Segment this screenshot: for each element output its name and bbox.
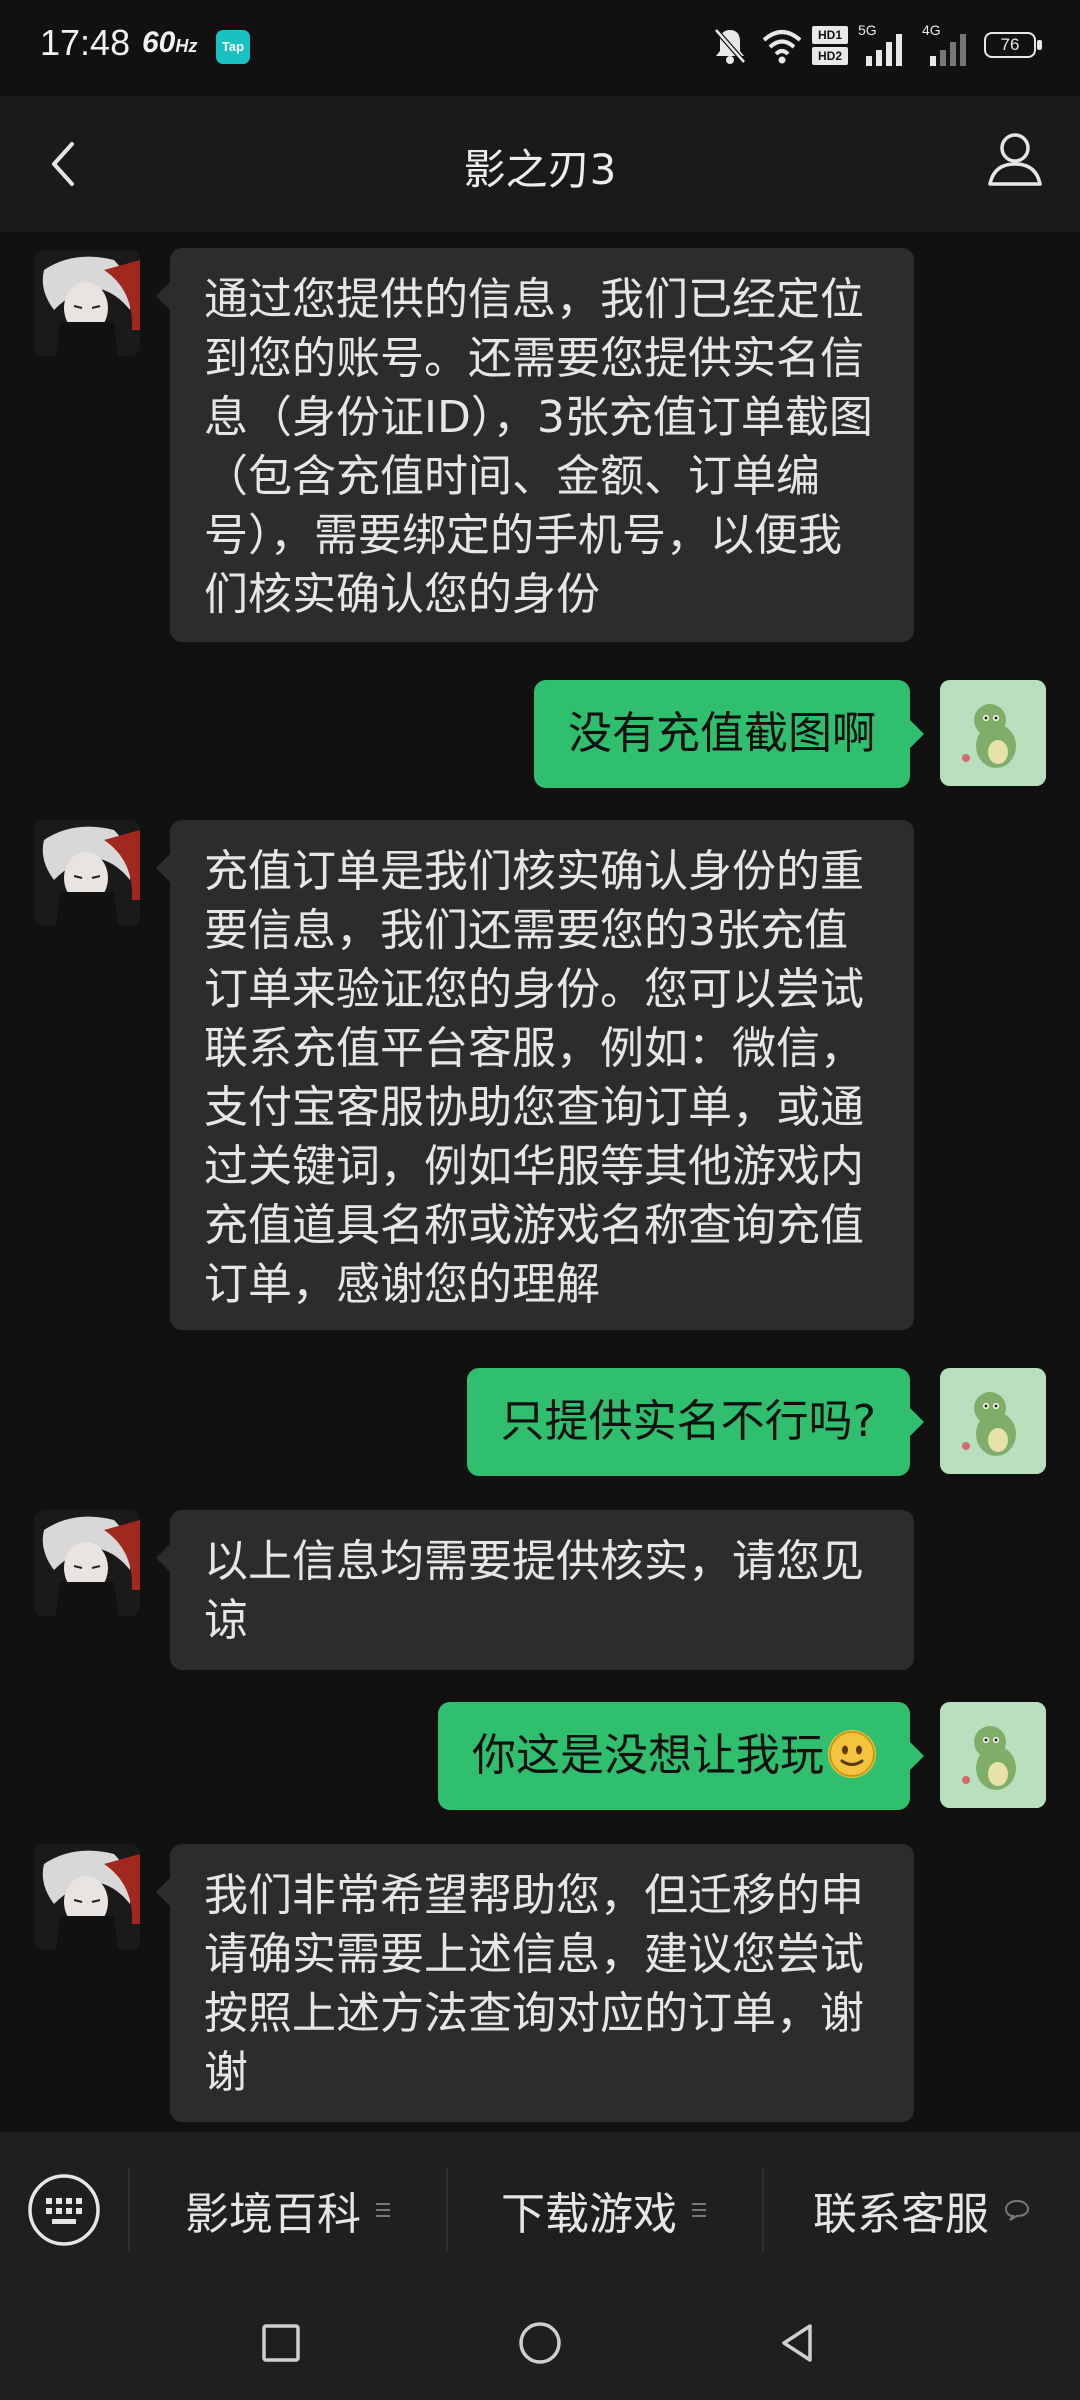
menu-lines-icon (692, 2203, 706, 2217)
system-nav-bar (0, 2288, 1080, 2400)
status-icons: HD1 HD2 5G 4G 76 (714, 22, 1042, 70)
game-avatar[interactable] (34, 820, 140, 926)
incoming-message[interactable]: 以上信息均需要提供核实，请您见谅 (156, 1510, 914, 1670)
menu-item-download[interactable]: 下载游戏 (448, 2132, 760, 2288)
user-avatar[interactable] (940, 680, 1046, 786)
menu-lines-icon (376, 2203, 390, 2217)
menu-item-customer-service[interactable]: 联系客服 (764, 2132, 1080, 2288)
chat-header: 影之刃3 (0, 96, 1080, 232)
menu-item-label: 联系客服 (813, 2189, 989, 2240)
smiley-emoji-icon (828, 1730, 876, 1778)
user-avatar[interactable] (940, 1702, 1046, 1808)
hd-badge: HD1 HD2 (812, 26, 848, 66)
status-time: 17:48 (40, 22, 131, 63)
dinosaur-avatar-icon (940, 680, 1046, 786)
game-character-icon (34, 250, 140, 356)
status-bar: 17:48 60Hz Tap HD1 HD2 5G 4G 76 (0, 0, 1080, 96)
incoming-message[interactable]: 我们非常希望帮助您，但迁移的申请确实需要上述信息，建议您尝试按照上述方法查询对应… (156, 1844, 914, 2122)
signal-5g-icon: 5G (858, 22, 918, 70)
taptap-app-icon: Tap (216, 30, 250, 64)
outgoing-message[interactable]: 没有充值截图啊 (534, 680, 924, 788)
back-nav-icon[interactable] (772, 2318, 822, 2368)
game-character-icon (34, 1844, 140, 1950)
menu-item-label: 下载游戏 (501, 2189, 677, 2240)
game-avatar[interactable] (34, 250, 140, 356)
wifi-icon (762, 30, 802, 64)
menu-item-wiki[interactable]: 影境百科 (130, 2132, 446, 2288)
incoming-message[interactable]: 通过您提供的信息，我们已经定位到您的账号。还需要您提供实名信息（身份证ID），3… (156, 248, 914, 642)
home-icon[interactable] (515, 2318, 565, 2368)
game-character-icon (34, 1510, 140, 1616)
chat-bubble-icon (1004, 2199, 1030, 2221)
message-text: 你这是没想让我玩 (472, 1730, 824, 1781)
recent-apps-icon[interactable] (256, 2318, 306, 2368)
incoming-message[interactable]: 充值订单是我们核实确认身份的重要信息，我们还需要您的3张充值订单来验证您的身份。… (156, 820, 914, 1330)
profile-icon[interactable] (986, 128, 1044, 192)
game-avatar[interactable] (34, 1844, 140, 1950)
chat-list[interactable]: 通过您提供的信息，我们已经定位到您的账号。还需要您提供实名信息（身份证ID），3… (0, 232, 1080, 2132)
keyboard-toggle-icon[interactable] (26, 2172, 102, 2248)
mute-bell-icon (714, 28, 746, 64)
game-avatar[interactable] (34, 1510, 140, 1616)
user-avatar[interactable] (940, 1368, 1046, 1474)
page-title: 影之刃3 (463, 145, 617, 194)
signal-4g-icon: 4G (922, 22, 982, 70)
battery-icon: 76 (984, 32, 1046, 62)
refresh-rate: 60Hz (142, 26, 198, 59)
dinosaur-avatar-icon (940, 1368, 1046, 1474)
menu-item-label: 影境百科 (185, 2189, 361, 2240)
service-menu-bar: 影境百科 下载游戏 联系客服 (0, 2132, 1080, 2288)
outgoing-message[interactable]: 只提供实名不行吗? (466, 1368, 925, 1476)
game-character-icon (34, 820, 140, 926)
dinosaur-avatar-icon (940, 1702, 1046, 1808)
outgoing-message[interactable]: 你这是没想让我玩 (438, 1702, 924, 1810)
